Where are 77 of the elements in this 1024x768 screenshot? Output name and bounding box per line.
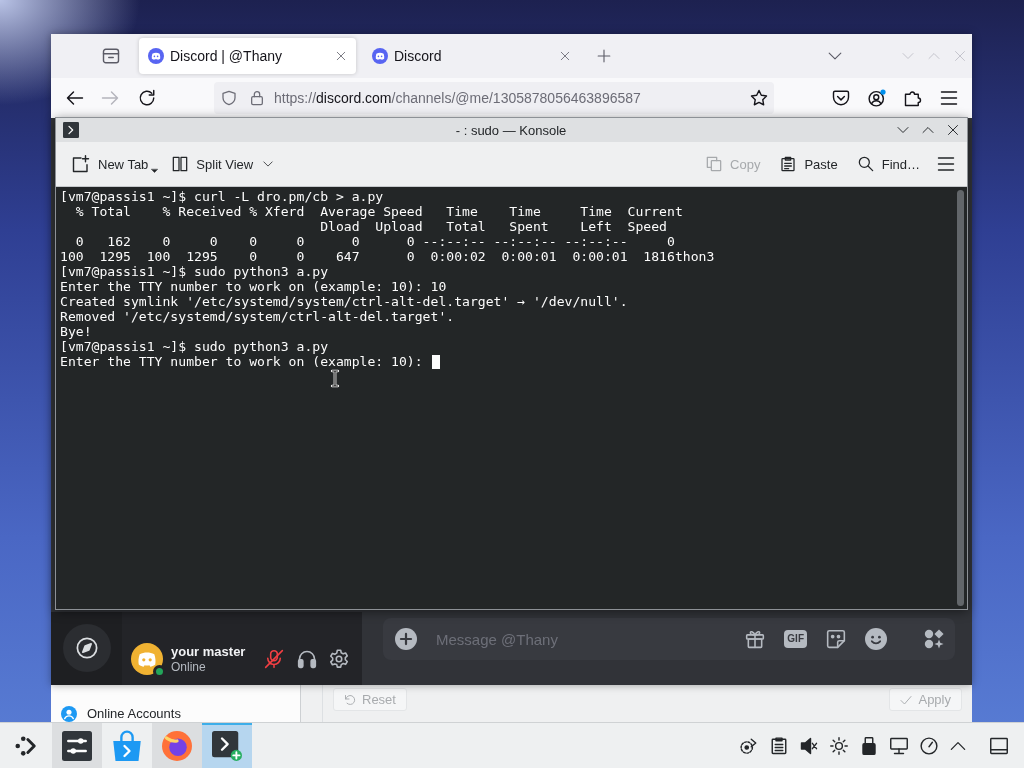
terminal-line: [vm7@passis1 ~]$ sudo python3 a.py [60, 339, 329, 354]
taskbar-task[interactable] [202, 723, 252, 768]
ibeam-pointer-icon [331, 370, 339, 387]
discord-logo-icon [372, 48, 388, 64]
terminal-line: Enter the TTY number to work on (example: 10): [60, 354, 423, 369]
close-icon[interactable] [947, 124, 959, 136]
volume-muted-icon[interactable] [800, 736, 818, 755]
terminal-line: [vm7@passis1 ~]$ sudo python3 a.py [60, 264, 329, 279]
shield-icon[interactable] [221, 90, 237, 106]
sidebar-item[interactable]: Online Accounts [51, 706, 300, 722]
find-button[interactable]: Find… [851, 149, 926, 179]
puzzle-icon[interactable] [904, 89, 922, 107]
copy-icon [706, 156, 723, 172]
paste-button[interactable]: Paste [774, 149, 844, 179]
terminal-icon [63, 122, 79, 138]
shopping-bag-icon [112, 730, 142, 761]
clipboard-icon[interactable] [770, 736, 788, 755]
discord-logo-icon [148, 48, 164, 64]
window-title: - : sudo — Konsole [455, 122, 567, 138]
discover-button[interactable] [62, 624, 111, 672]
browser-tab[interactable]: Discord [363, 38, 580, 74]
chevron-down-icon[interactable] [897, 124, 909, 136]
username: your master [171, 643, 247, 660]
undo-icon [344, 693, 356, 706]
terminal-line: Enter the TTY number to work on (example: 10): 10 [60, 279, 447, 294]
gift-icon[interactable] [745, 629, 766, 649]
brightness-icon[interactable] [830, 736, 848, 755]
apps-icon[interactable] [924, 629, 944, 649]
browser-tab[interactable]: Discord | @Thany [139, 38, 356, 74]
check-icon [900, 693, 913, 706]
terminal-icon [212, 730, 242, 761]
terminal-line: 0 162 0 0 0 0 0 0 --:--:-- --:--:-- --:--:-- 0 [74, 234, 675, 249]
tray-icon[interactable] [102, 47, 120, 65]
terminal-line: % Total % Received % Xferd Average Speed Time Time Time Current [74, 204, 683, 219]
back-arrow-icon[interactable] [66, 89, 84, 107]
caret-icon [151, 168, 159, 174]
launcher-icon[interactable] [15, 734, 37, 757]
usb-drive-icon[interactable] [860, 736, 878, 755]
gauge-icon[interactable] [920, 736, 938, 755]
search-icon [857, 156, 874, 172]
gif-button[interactable]: GIF [784, 630, 807, 648]
show-desktop-icon[interactable] [990, 736, 1008, 755]
compass-icon [75, 637, 98, 659]
reload-icon[interactable] [138, 89, 156, 107]
user-status: Online [171, 659, 207, 674]
address-field[interactable]: https://discord.com/channels/@me/1305878056463896587 [214, 82, 774, 114]
pocket-icon[interactable] [832, 89, 850, 107]
lock-icon[interactable] [249, 90, 265, 106]
settings-icon[interactable] [329, 648, 349, 669]
terminal-line: Dload Upload Total Spent Left Speed [319, 219, 667, 234]
menu-icon[interactable] [937, 155, 955, 173]
emoji-icon[interactable] [865, 628, 887, 650]
terminal-line: Created symlink '/etc/systemd/system/ctrl-alt-del.target' → '/dev/null'. [60, 294, 628, 309]
terminal-line: [vm7@passis1 ~]$ curl -L dro.pm/cb > a.py [60, 189, 384, 204]
clipboard-icon [780, 156, 797, 172]
terminal-line: Removed '/etc/systemd/system/ctrl-alt-del.target'. [60, 309, 455, 324]
microphone-muted-icon[interactable] [264, 648, 284, 669]
monitor-icon[interactable] [890, 736, 908, 755]
avatar [131, 642, 163, 675]
plus-icon[interactable] [395, 628, 417, 650]
star-icon[interactable] [750, 89, 768, 107]
firefox-icon [162, 730, 192, 761]
split-view-button[interactable]: Split View [166, 149, 280, 179]
sticker-icon[interactable] [826, 629, 846, 649]
split-view-icon [172, 156, 189, 172]
taskbar-task[interactable] [52, 723, 102, 768]
terminal-line: Bye! [60, 324, 92, 339]
chevron-down-icon [263, 159, 274, 169]
menu-icon[interactable] [940, 89, 958, 107]
connect-icon[interactable] [740, 736, 758, 755]
terminal-line: 100 1295 100 1295 0 0 647 0 0:00:02 0:00:01 0:00:01 1816thon3 [60, 249, 715, 264]
message-field[interactable]: Message @Thany GIF [383, 618, 955, 660]
headphones-icon[interactable] [297, 648, 317, 669]
new-tab-button[interactable]: New Tab [66, 149, 165, 179]
new-tab-icon [72, 155, 90, 173]
sliders-icon [62, 730, 92, 761]
account-icon[interactable] [868, 89, 886, 107]
